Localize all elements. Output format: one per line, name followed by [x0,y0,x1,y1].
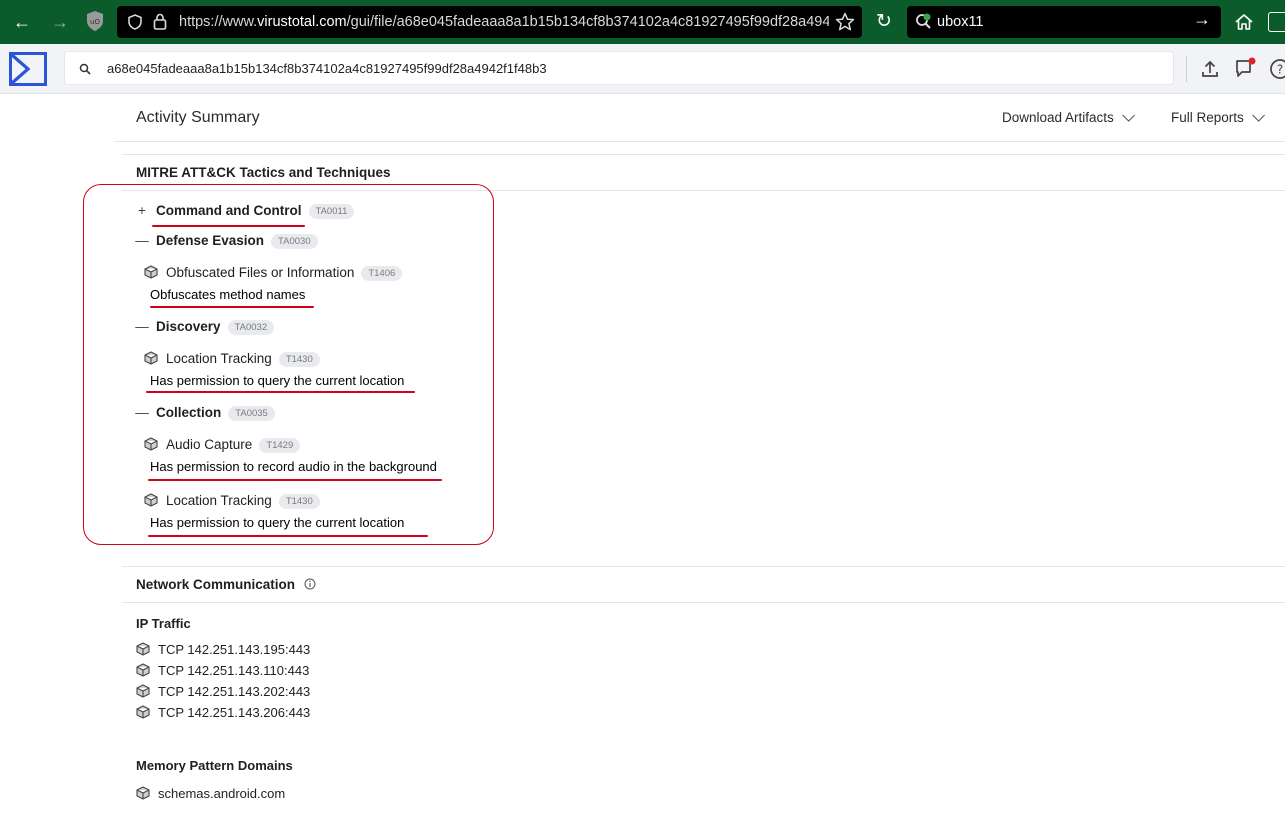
upload-icon[interactable] [1198,57,1222,81]
memory-pattern-domains-title: Memory Pattern Domains [136,758,293,773]
url-text: https://www.virustotal.com/gui/file/a68e… [179,14,829,30]
header-divider [1186,56,1187,82]
domain-item[interactable]: schemas.android.com [136,786,285,801]
full-reports-dropdown[interactable]: Full Reports [1171,109,1265,125]
ip-traffic-item[interactable]: TCP 142.251.143.206:443 [136,705,310,720]
virustotal-logo-icon[interactable] [9,52,47,86]
browser-search-box[interactable]: ubox11 → [907,6,1221,38]
hash-search-value: a68e045fadeaaa8a1b15b134cf8b374102a4c819… [107,61,547,76]
tracking-protection-icon[interactable] [127,14,143,30]
ip-traffic-item[interactable]: TCP 142.251.143.110:443 [136,663,309,678]
hash-search-input[interactable]: a68e045fadeaaa8a1b15b134cf8b374102a4c819… [64,51,1174,85]
full-reports-label: Full Reports [1171,110,1244,125]
vt-header: a68e045fadeaaa8a1b15b134cf8b374102a4c819… [0,44,1285,94]
annotation-underline [146,391,415,393]
divider [114,141,1285,142]
ip-traffic-text: TCP 142.251.143.195:443 [158,642,311,657]
page-title: Activity Summary [136,109,260,126]
chevron-down-icon [1252,109,1265,122]
divider [122,566,1285,567]
forward-icon[interactable]: → [48,10,72,34]
svg-text:uO: uO [90,18,100,26]
search-icon [79,63,91,75]
ip-traffic-item[interactable]: TCP 142.251.143.202:443 [136,684,310,699]
back-icon[interactable]: ← [10,10,34,34]
bookmark-star-icon[interactable] [835,12,855,32]
mitre-section-title: MITRE ATT&CK Tactics and Techniques [136,165,391,180]
chevron-down-icon [1122,109,1135,122]
download-artifacts-label: Download Artifacts [1002,110,1114,125]
ublock-shield-icon[interactable]: uO [83,10,107,34]
download-artifacts-dropdown[interactable]: Download Artifacts [1002,109,1135,125]
extensions-icon[interactable] [1268,12,1285,32]
ip-traffic-title: IP Traffic [136,616,191,631]
ip-traffic-text: TCP 142.251.143.206:443 [158,705,311,720]
annotation-underline [148,535,428,537]
annotation-underline [150,306,314,308]
browser-toolbar: ← → uO https://www.virustotal.com/gui/fi… [0,0,1285,44]
divider [122,602,1285,603]
ip-traffic-text: TCP 142.251.143.110:443 [158,663,310,678]
search-engine-icon [916,13,931,29]
cube-icon [136,663,150,677]
network-section-title: Network Communication [136,577,316,592]
cube-icon [136,684,150,698]
ip-traffic-text: TCP 142.251.143.202:443 [158,684,311,699]
divider [122,154,1285,155]
svg-text:?: ? [1277,63,1283,77]
cube-icon [136,786,150,800]
lock-icon[interactable] [153,13,167,30]
help-icon[interactable]: ? [1268,57,1285,81]
cube-icon [136,705,150,719]
info-icon[interactable] [304,578,316,590]
annotation-rounded-box [83,184,494,545]
notifications-icon[interactable] [1233,57,1257,81]
reload-icon[interactable]: ↻ [872,10,896,34]
home-icon[interactable] [1234,13,1254,31]
annotation-underline [152,225,305,227]
ip-traffic-item[interactable]: TCP 142.251.143.195:443 [136,642,310,657]
domain-text: schemas.android.com [158,786,286,801]
search-go-icon[interactable]: → [1193,9,1211,30]
browser-search-text: ubox11 [937,14,984,30]
cube-icon [136,642,150,656]
network-title-text: Network Communication [136,577,296,592]
annotation-underline [148,479,442,481]
address-bar[interactable]: https://www.virustotal.com/gui/file/a68e… [117,6,862,38]
